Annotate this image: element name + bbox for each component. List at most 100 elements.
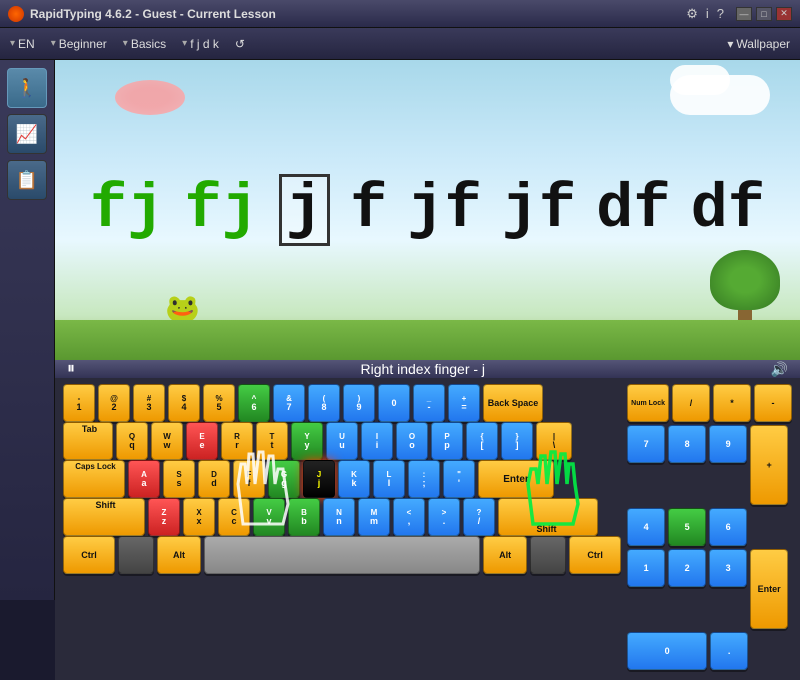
key-u[interactable]: Uu [326, 422, 358, 460]
key-period[interactable]: >. [428, 498, 460, 536]
sidebar-lesson-btn[interactable]: 🚶 [7, 68, 47, 108]
key-backspace[interactable]: Back Space [483, 384, 543, 422]
key-2[interactable]: @2 [98, 384, 130, 422]
key-slash[interactable]: ?/ [463, 498, 495, 536]
key-num-multiply[interactable]: * [713, 384, 751, 422]
key-quote[interactable]: "' [443, 460, 475, 498]
minimize-button[interactable]: — [736, 7, 752, 21]
key-o[interactable]: Oo [396, 422, 428, 460]
key-7[interactable]: &7 [273, 384, 305, 422]
key-6[interactable]: ^6 [238, 384, 270, 422]
key-j[interactable]: Jj [303, 460, 335, 498]
key-backslash[interactable]: |\ [536, 422, 572, 460]
key-t[interactable]: Tt [256, 422, 288, 460]
key-num6[interactable]: 6 [709, 508, 747, 546]
key-8[interactable]: (8 [308, 384, 340, 422]
key-4[interactable]: $4 [168, 384, 200, 422]
language-menu[interactable]: ▾ EN [10, 37, 35, 51]
key-s[interactable]: Ss [163, 460, 195, 498]
key-rbracket[interactable]: }] [501, 422, 533, 460]
close-button[interactable]: ✕ [776, 7, 792, 21]
refresh-button[interactable]: ↺ [235, 37, 245, 51]
window-title: RapidTyping 4.6.2 - Guest - Current Less… [30, 7, 276, 21]
key-num-divide[interactable]: / [672, 384, 710, 422]
char-fj-2: fj [184, 179, 258, 241]
typing-text: fj fj j f jf jf df df [55, 174, 800, 246]
key-numlock[interactable]: Num Lock [627, 384, 669, 422]
key-num-enter[interactable]: Enter [750, 549, 788, 629]
key-fn[interactable] [118, 536, 154, 574]
key-a[interactable]: Aa [128, 460, 160, 498]
key-r[interactable]: Rr [221, 422, 253, 460]
numpad-row5: 0 . [627, 632, 792, 670]
key-minus[interactable]: -1 [63, 384, 95, 422]
settings-icon[interactable]: ⚙ [686, 6, 698, 22]
numpad-row1: Num Lock / * - [627, 384, 792, 422]
key-dash[interactable]: _- [413, 384, 445, 422]
key-i[interactable]: Ii [361, 422, 393, 460]
key-lbracket[interactable]: {[ [466, 422, 498, 460]
key-g[interactable]: Gg [268, 460, 300, 498]
lesson-set-menu[interactable]: ▾ Basics [123, 37, 166, 51]
key-k[interactable]: Kk [338, 460, 370, 498]
key-shift-right[interactable]: Shift [498, 498, 598, 536]
key-num3[interactable]: 3 [709, 549, 747, 587]
key-v[interactable]: Vv [253, 498, 285, 536]
key-equals[interactable]: += [448, 384, 480, 422]
key-num-plus[interactable]: + [750, 425, 788, 505]
key-m[interactable]: Mm [358, 498, 390, 536]
wallpaper-menu[interactable]: ▾ Wallpaper [727, 37, 790, 51]
key-num2[interactable]: 2 [668, 549, 706, 587]
key-q[interactable]: Qq [116, 422, 148, 460]
key-win[interactable] [530, 536, 566, 574]
key-shift-left[interactable]: Shift [63, 498, 145, 536]
pause-button[interactable]: ⏸ [67, 360, 75, 378]
key-alt-left[interactable]: Alt [157, 536, 201, 574]
key-3[interactable]: #3 [133, 384, 165, 422]
char-fj-1: fj [90, 179, 164, 241]
key-0[interactable]: 0 [378, 384, 410, 422]
numpad-row4: 1 2 3 Enter [627, 549, 792, 629]
key-num4[interactable]: 4 [627, 508, 665, 546]
key-d[interactable]: Dd [198, 460, 230, 498]
key-num-dot[interactable]: . [710, 632, 748, 670]
key-num8[interactable]: 8 [668, 425, 706, 463]
lesson-icon: 🚶 [16, 78, 38, 99]
help-icon[interactable]: ? [717, 6, 724, 21]
key-alt-right[interactable]: Alt [483, 536, 527, 574]
key-z[interactable]: Zz [148, 498, 180, 536]
key-f[interactable]: Ff [233, 460, 265, 498]
key-tab[interactable]: Tab [63, 422, 113, 460]
key-5[interactable]: %5 [203, 384, 235, 422]
key-9[interactable]: )9 [343, 384, 375, 422]
key-space[interactable] [204, 536, 480, 574]
key-ctrl-right[interactable]: Ctrl [569, 536, 621, 574]
key-num1[interactable]: 1 [627, 549, 665, 587]
lesson-menu[interactable]: ▾ f j d k [182, 37, 219, 51]
key-x[interactable]: Xx [183, 498, 215, 536]
key-l[interactable]: Ll [373, 460, 405, 498]
key-num-minus[interactable]: - [754, 384, 792, 422]
volume-icon[interactable]: 🔊 [771, 361, 788, 378]
key-semicolon[interactable]: :; [408, 460, 440, 498]
key-num5[interactable]: 5 [668, 508, 706, 546]
key-y[interactable]: Yy [291, 422, 323, 460]
sidebar-abc-btn[interactable]: 📋 [7, 160, 47, 200]
key-num9[interactable]: 9 [709, 425, 747, 463]
key-c[interactable]: Cc [218, 498, 250, 536]
key-ctrl-left[interactable]: Ctrl [63, 536, 115, 574]
key-w[interactable]: Ww [151, 422, 183, 460]
key-p[interactable]: Pp [431, 422, 463, 460]
key-e[interactable]: Ee [186, 422, 218, 460]
key-b[interactable]: Bb [288, 498, 320, 536]
key-num7[interactable]: 7 [627, 425, 665, 463]
sidebar-stats-btn[interactable]: 📈 [7, 114, 47, 154]
level-menu[interactable]: ▾ Beginner [51, 37, 107, 51]
key-comma[interactable]: <, [393, 498, 425, 536]
key-enter[interactable]: Enter [478, 460, 554, 498]
key-capslock[interactable]: Caps Lock [63, 460, 125, 498]
maximize-button[interactable]: □ [756, 7, 772, 21]
info-icon[interactable]: i [706, 6, 709, 21]
key-num0[interactable]: 0 [627, 632, 707, 670]
key-n[interactable]: Nn [323, 498, 355, 536]
